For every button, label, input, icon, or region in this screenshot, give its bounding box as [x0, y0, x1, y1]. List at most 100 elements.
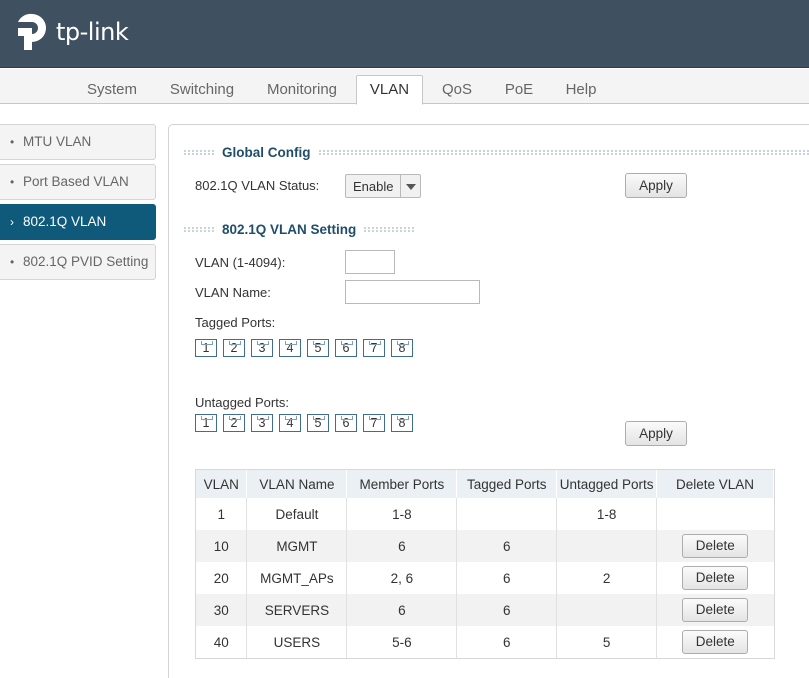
vlan-apply-button[interactable]: Apply — [625, 421, 687, 446]
table-row: 1 Default 1-8 1-8 — [196, 498, 774, 530]
table-header-row: VLAN VLAN Name Member Ports Tagged Ports… — [196, 470, 774, 498]
tagged-port-7[interactable]: 7 — [363, 339, 385, 357]
cell-member-ports: 2, 6 — [346, 562, 458, 594]
tagged-port-2[interactable]: 2 — [223, 339, 245, 357]
table-row: 10 MGMT 6 6 Delete — [196, 530, 774, 562]
cell-tagged-ports: 6 — [456, 594, 558, 626]
tagged-ports-group: 1 2 3 4 5 6 7 8 — [195, 339, 419, 357]
cell-tagged-ports — [456, 498, 558, 530]
vlan-name-label: VLAN Name: — [195, 285, 271, 300]
cell-member-ports: 5-6 — [346, 626, 458, 658]
tagged-port-3[interactable]: 3 — [251, 339, 273, 357]
vlan-table: VLAN VLAN Name Member Ports Tagged Ports… — [196, 470, 774, 658]
untagged-ports-group: 1 2 3 4 5 6 7 8 — [195, 414, 419, 432]
bullet-icon: • — [10, 175, 15, 189]
cell-tagged-ports: 6 — [456, 562, 558, 594]
vlan-status-select[interactable]: Enable — [345, 174, 421, 198]
section-global-config: Global Config — [184, 144, 809, 160]
cell-vlan-name: MGMT_APs — [246, 562, 348, 594]
delete-vlan-button[interactable]: Delete — [682, 630, 749, 654]
untagged-port-5[interactable]: 5 — [307, 414, 329, 432]
section-title: Global Config — [222, 144, 311, 160]
cell-untagged-ports — [556, 594, 658, 626]
vlan-name-input[interactable] — [345, 280, 480, 304]
untagged-ports-label: Untagged Ports: — [195, 395, 289, 410]
tp-link-logo-icon — [18, 13, 46, 50]
sidebar-item-label: 802.1Q PVID Setting — [23, 254, 149, 269]
vlan-status-value: Enable — [353, 179, 394, 194]
sidebar-item-label: Port Based VLAN — [23, 174, 129, 189]
top-header: tp-link — [0, 0, 809, 68]
cell-vlan: 30 — [196, 594, 248, 626]
untagged-port-8[interactable]: 8 — [391, 414, 413, 432]
cell-member-ports: 6 — [346, 594, 458, 626]
tab-system[interactable]: System — [80, 69, 144, 104]
sidebar-item-mtu-vlan[interactable]: • MTU VLAN — [0, 124, 156, 160]
tagged-port-1[interactable]: 1 — [195, 339, 217, 357]
untagged-port-2[interactable]: 2 — [223, 414, 245, 432]
section-title: 802.1Q VLAN Setting — [222, 221, 357, 237]
cell-delete — [656, 498, 774, 530]
table-row: 30 SERVERS 6 6 Delete — [196, 594, 774, 626]
cell-vlan-name: USERS — [246, 626, 348, 658]
tab-switching[interactable]: Switching — [164, 69, 240, 104]
sidebar-item-port-based-vlan[interactable]: • Port Based VLAN — [0, 164, 156, 200]
cell-untagged-ports: 2 — [556, 562, 658, 594]
delete-vlan-button[interactable]: Delete — [682, 534, 749, 558]
tab-poe[interactable]: PoE — [496, 69, 542, 104]
delete-vlan-button[interactable]: Delete — [682, 598, 749, 622]
section-vlan-setting: 802.1Q VLAN Setting — [184, 221, 414, 237]
cell-delete: Delete — [656, 626, 774, 658]
global-apply-button[interactable]: Apply — [625, 173, 687, 198]
chevron-right-icon: › — [10, 215, 14, 229]
tagged-port-5[interactable]: 5 — [307, 339, 329, 357]
divider — [318, 149, 809, 155]
cell-vlan: 20 — [196, 562, 248, 594]
tagged-port-8[interactable]: 8 — [391, 339, 413, 357]
cell-delete: Delete — [656, 530, 774, 562]
bullet-icon: • — [10, 135, 15, 149]
column-header-untagged-ports: Untagged Ports — [556, 470, 658, 498]
main-nav: System Switching Monitoring VLAN QoS PoE… — [0, 69, 809, 105]
untagged-port-3[interactable]: 3 — [251, 414, 273, 432]
cell-tagged-ports: 6 — [456, 626, 558, 658]
vlan-id-input[interactable] — [345, 250, 395, 274]
bullet-icon: • — [10, 255, 15, 269]
tab-help[interactable]: Help — [556, 69, 606, 104]
untagged-port-7[interactable]: 7 — [363, 414, 385, 432]
column-header-member-ports: Member Ports — [346, 470, 458, 498]
cell-vlan: 10 — [196, 530, 248, 562]
delete-vlan-button[interactable]: Delete — [682, 566, 749, 590]
vlan-status-label: 802.1Q VLAN Status: — [195, 178, 320, 193]
cell-untagged-ports: 5 — [556, 626, 658, 658]
column-header-tagged-ports: Tagged Ports — [456, 470, 558, 498]
untagged-port-1[interactable]: 1 — [195, 414, 217, 432]
sidebar-item-8021q-vlan[interactable]: › 802.1Q VLAN — [0, 204, 156, 240]
tagged-port-4[interactable]: 4 — [279, 339, 301, 357]
divider — [184, 149, 214, 155]
sidebar-item-label: MTU VLAN — [23, 134, 92, 149]
table-row: 20 MGMT_APs 2, 6 6 2 Delete — [196, 562, 774, 594]
vlan-id-label: VLAN (1-4094): — [195, 255, 286, 270]
tab-monitoring[interactable]: Monitoring — [259, 69, 345, 104]
untagged-port-4[interactable]: 4 — [279, 414, 301, 432]
cell-member-ports: 6 — [346, 530, 458, 562]
sidebar: • MTU VLAN • Port Based VLAN › 802.1Q VL… — [0, 105, 160, 678]
tab-qos[interactable]: QoS — [433, 69, 481, 104]
divider — [184, 226, 214, 232]
cell-delete: Delete — [656, 562, 774, 594]
untagged-port-6[interactable]: 6 — [335, 414, 357, 432]
cell-vlan-name: Default — [246, 498, 348, 530]
cell-tagged-ports: 6 — [456, 530, 558, 562]
tagged-ports-label: Tagged Ports: — [195, 315, 276, 330]
table-row: 40 USERS 5-6 6 5 Delete — [196, 626, 774, 658]
tab-vlan[interactable]: VLAN — [356, 75, 423, 105]
column-header-vlan-name: VLAN Name — [246, 470, 348, 498]
cell-vlan: 40 — [196, 626, 248, 658]
cell-vlan-name: MGMT — [246, 530, 348, 562]
sidebar-item-8021q-pvid-setting[interactable]: • 802.1Q PVID Setting — [0, 244, 156, 280]
tp-link-logo[interactable]: tp-link — [8, 10, 129, 54]
column-header-vlan: VLAN — [196, 470, 248, 498]
tagged-port-6[interactable]: 6 — [335, 339, 357, 357]
cell-untagged-ports: 1-8 — [556, 498, 658, 530]
